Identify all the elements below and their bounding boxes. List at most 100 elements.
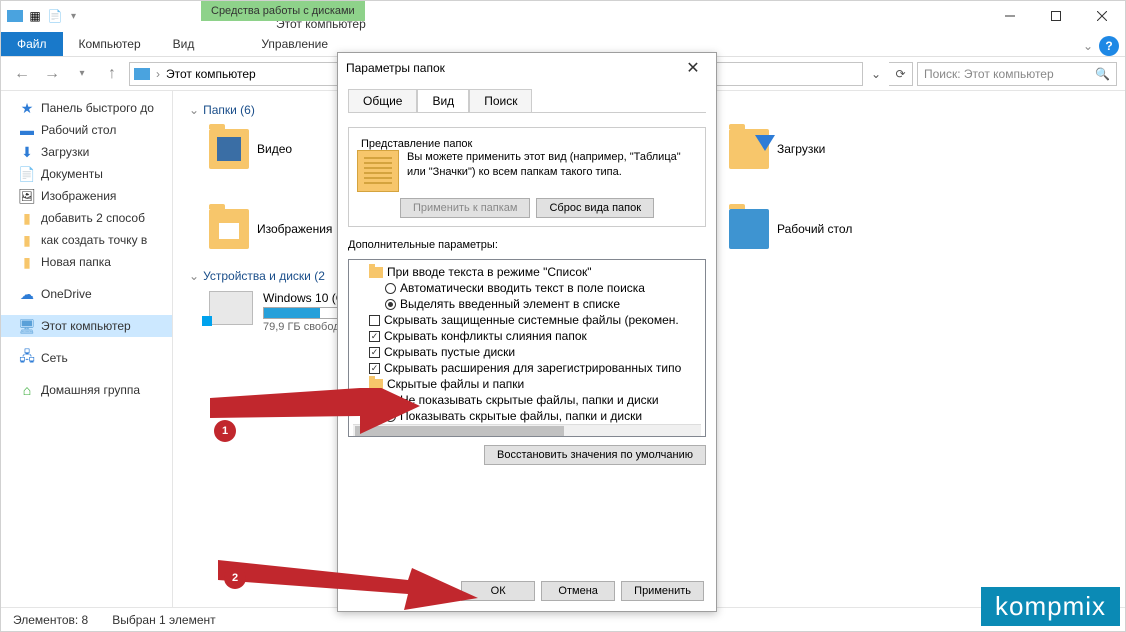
- nav-pictures[interactable]: 🖼Изображения: [1, 185, 172, 207]
- radio-icon: [385, 411, 396, 422]
- onedrive-icon: ☁: [19, 286, 35, 302]
- nav-downloads[interactable]: ⬇Загрузки: [1, 141, 172, 163]
- radio-dont-show-hidden[interactable]: Не показывать скрытые файлы, папки и дис…: [385, 392, 701, 408]
- ribbon-tab-file[interactable]: Файл: [1, 32, 63, 56]
- folder-icon: [369, 267, 383, 278]
- status-selected: Выбран 1 элемент: [112, 613, 215, 627]
- navigation-pane: ★Панель быстрого до ▬Рабочий стол ⬇Загру…: [1, 91, 173, 607]
- dialog-tabs: Общие Вид Поиск: [338, 89, 716, 112]
- checkbox-icon: [369, 363, 380, 374]
- ribbon-tab-computer[interactable]: Компьютер: [63, 32, 157, 56]
- close-button[interactable]: [1079, 1, 1125, 31]
- network-icon: 🖧: [19, 350, 35, 366]
- search-icon: 🔍: [1095, 67, 1110, 81]
- help-button[interactable]: ?: [1099, 36, 1119, 56]
- folder-views-group: Представление папок Вы можете применить …: [348, 127, 706, 227]
- dialog-tab-general[interactable]: Общие: [348, 89, 417, 113]
- ribbon-tab-manage[interactable]: Управление: [245, 32, 344, 56]
- restore-defaults-button[interactable]: Восстановить значения по умолчанию: [484, 445, 706, 465]
- folder-view-icon: [357, 150, 399, 192]
- folder-desktop[interactable]: Рабочий стол: [729, 209, 929, 249]
- nav-quick-access[interactable]: ★Панель быстрого до: [1, 97, 172, 119]
- folder-icon: [209, 209, 249, 249]
- checkbox-icon: [369, 347, 380, 358]
- address-dropdown[interactable]: ⌄: [867, 67, 885, 81]
- nav-howto[interactable]: ▮как создать точку в: [1, 229, 172, 251]
- downloads-icon: ⬇: [19, 144, 35, 160]
- qat-properties-icon[interactable]: ▦: [27, 8, 43, 24]
- folder-icon: [729, 129, 769, 169]
- ribbon-collapse-icon[interactable]: ⌄: [1083, 39, 1093, 53]
- check-hide-merge[interactable]: Скрывать конфликты слияния папок: [369, 328, 701, 344]
- nav-this-pc[interactable]: 🖥Этот компьютер: [1, 315, 172, 337]
- nav-documents[interactable]: 📄Документы: [1, 163, 172, 185]
- drive-icon: [209, 291, 253, 325]
- cancel-button[interactable]: Отмена: [541, 581, 615, 601]
- radio-icon: [385, 299, 396, 310]
- nav-recent-dropdown[interactable]: ▾: [69, 61, 95, 87]
- node-list-mode: При вводе текста в режиме "Список": [369, 264, 701, 280]
- app-icon: [7, 8, 23, 24]
- folder-icon: [729, 209, 769, 249]
- checkbox-icon: [369, 331, 380, 342]
- dialog-close-button[interactable]: ✕: [678, 54, 708, 82]
- refresh-button[interactable]: ⟳: [889, 62, 913, 86]
- check-hide-ext[interactable]: Скрывать расширения для зарегистрированн…: [369, 360, 701, 376]
- radio-show-hidden[interactable]: Показывать скрытые файлы, папки и диски: [385, 408, 701, 424]
- titlebar: ▦ 📄 ▾ Средства работы с дисками Этот ком…: [1, 1, 1125, 31]
- folder-view-desc: Вы можете применить этот вид (например, …: [407, 150, 697, 192]
- nav-desktop[interactable]: ▬Рабочий стол: [1, 119, 172, 141]
- horizontal-scrollbar[interactable]: [353, 424, 701, 437]
- homegroup-icon: ⌂: [19, 382, 35, 398]
- watermark: kompmix: [981, 587, 1120, 626]
- radio-auto-type[interactable]: Автоматически вводить текст в поле поиск…: [385, 280, 701, 296]
- nav-homegroup[interactable]: ⌂Домашняя группа: [1, 379, 172, 401]
- dialog-tab-search[interactable]: Поиск: [469, 89, 532, 113]
- nav-newfolder[interactable]: ▮Новая папка: [1, 251, 172, 273]
- documents-icon: 📄: [19, 166, 35, 182]
- search-placeholder: Поиск: Этот компьютер: [924, 67, 1054, 81]
- check-hide-system[interactable]: Скрывать защищенные системные файлы (рек…: [369, 312, 701, 328]
- nav-add2ways[interactable]: ▮добавить 2 способ: [1, 207, 172, 229]
- folder-downloads[interactable]: Загрузки: [729, 129, 929, 169]
- dialog-tab-view[interactable]: Вид: [417, 89, 469, 113]
- advanced-label: Дополнительные параметры:: [348, 239, 706, 251]
- ok-button[interactable]: ОК: [461, 581, 535, 601]
- address-location: Этот компьютер: [166, 67, 256, 81]
- annotation-badge-1: 1: [214, 420, 236, 442]
- folder-icon: [209, 129, 249, 169]
- advanced-settings-list[interactable]: При вводе текста в режиме "Список" Автом…: [348, 259, 706, 437]
- reset-folders-button[interactable]: Сброс вида папок: [536, 198, 654, 218]
- nav-forward-button[interactable]: →: [39, 61, 65, 87]
- radio-select-typed[interactable]: Выделять введенный элемент в списке: [385, 296, 701, 312]
- folder-icon: ▮: [19, 210, 35, 226]
- apply-button[interactable]: Применить: [621, 581, 704, 601]
- node-hidden-files: Скрытые файлы и папки: [369, 376, 701, 392]
- folder-icon: ▮: [19, 232, 35, 248]
- folder-icon: ▮: [19, 254, 35, 270]
- nav-network[interactable]: 🖧Сеть: [1, 347, 172, 369]
- search-box[interactable]: Поиск: Этот компьютер 🔍: [917, 62, 1117, 86]
- dialog-title: Параметры папок: [346, 61, 445, 75]
- radio-icon: [385, 395, 396, 406]
- folder-options-dialog: Параметры папок ✕ Общие Вид Поиск Предст…: [337, 52, 717, 612]
- folder-icon: [369, 379, 383, 390]
- annotation-badge-2: 2: [224, 567, 246, 589]
- nav-back-button[interactable]: ←: [9, 61, 35, 87]
- nav-onedrive[interactable]: ☁OneDrive: [1, 283, 172, 305]
- desktop-icon: ▬: [19, 122, 35, 138]
- check-hide-empty[interactable]: Скрывать пустые диски: [369, 344, 701, 360]
- pictures-icon: 🖼: [19, 188, 35, 204]
- pc-icon: [134, 68, 150, 80]
- apply-to-folders-button[interactable]: Применить к папкам: [400, 198, 531, 218]
- star-icon: ★: [19, 100, 35, 116]
- nav-up-button[interactable]: ↑: [99, 61, 125, 87]
- checkbox-icon: [369, 315, 380, 326]
- pc-icon: 🖥: [19, 318, 35, 334]
- contextual-tab-header: Средства работы с дисками: [201, 1, 365, 21]
- ribbon-tab-view[interactable]: Вид: [157, 32, 211, 56]
- status-item-count: Элементов: 8: [13, 613, 88, 627]
- minimize-button[interactable]: [987, 1, 1033, 31]
- qat-newfolder-icon[interactable]: 📄: [47, 8, 63, 24]
- maximize-button[interactable]: [1033, 1, 1079, 31]
